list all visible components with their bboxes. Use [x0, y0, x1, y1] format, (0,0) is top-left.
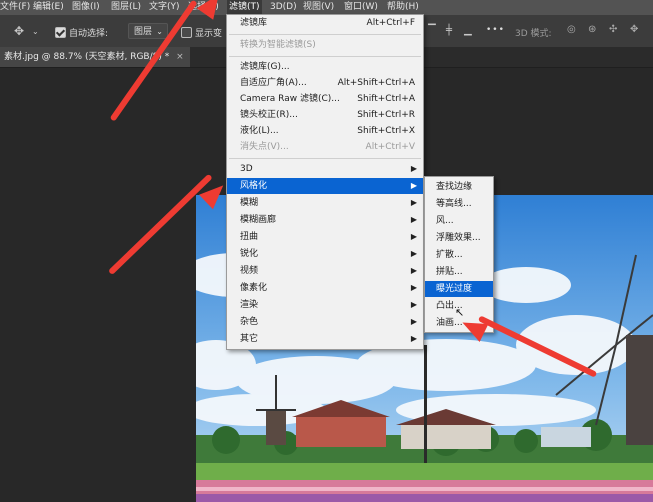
submenu-arrow-icon: ▶ [410, 300, 417, 309]
menu-item-lens-correction[interactable]: 镜头校正(R)... Shift+Ctrl+R [227, 107, 423, 123]
show-transform-label: 显示变 [195, 29, 223, 39]
submenu-arrow-icon: ▶ [410, 164, 417, 173]
menu-window[interactable]: 窗口(W) [344, 0, 378, 15]
menu-item-pixelate[interactable]: 像素化 ▶ [227, 280, 423, 296]
menu-help[interactable]: 帮助(H) [387, 0, 419, 15]
menu-item-vanishing-point[interactable]: 消失点(V)... Alt+Ctrl+V [227, 139, 423, 155]
menu-item-other[interactable]: 其它 ▶ [227, 331, 423, 347]
submenu-arrow-icon: ▶ [410, 249, 417, 258]
align-bottom-icon[interactable]: ▁ [464, 25, 472, 37]
menu-item-sharpen[interactable]: 锐化 ▶ [227, 246, 423, 262]
menu-file[interactable]: 文件(F) [0, 0, 30, 15]
menu-layer[interactable]: 图层(L) [111, 0, 141, 15]
submenu-item-contour[interactable]: 等高线... [425, 196, 493, 212]
submenu-item-wind[interactable]: 风... [425, 213, 493, 229]
submenu-arrow-icon: ▶ [410, 317, 417, 326]
mouse-cursor-icon: ↖ [455, 306, 465, 319]
menu-item-liquify[interactable]: 液化(L)... Shift+Ctrl+X [227, 123, 423, 139]
show-transform-checkbox[interactable] [181, 27, 192, 38]
3d-roll-icon[interactable]: ⊛ [588, 24, 596, 36]
menu-filter[interactable]: 滤镜(T) [227, 0, 262, 15]
align-vcenter-icon[interactable]: ╪ [446, 25, 452, 37]
menu-item-stylize[interactable]: 风格化 ▶ [227, 178, 423, 194]
submenu-arrow-icon: ▶ [410, 198, 417, 207]
align-top-icon[interactable]: ▔ [428, 25, 436, 37]
submenu-item-tiles[interactable]: 拼贴... [425, 264, 493, 280]
submenu-arrow-icon: ▶ [410, 215, 417, 224]
filter-menu: 滤镜库 Alt+Ctrl+F 转换为智能滤镜(S) 滤镜库(G)... 自适应广… [226, 14, 424, 350]
auto-select-label: 自动选择: [69, 29, 109, 39]
menu-item-filter-gallery[interactable]: 滤镜库(G)... [227, 59, 423, 75]
menu-item-render[interactable]: 渲染 ▶ [227, 297, 423, 313]
auto-select-checkbox[interactable] [55, 27, 66, 38]
3d-orbit-icon[interactable]: ◎ [567, 24, 576, 36]
3d-pan-icon[interactable]: ✣ [609, 24, 617, 36]
submenu-item-emboss[interactable]: 浮雕效果... [425, 230, 493, 246]
menu-item-filter-gallery-last[interactable]: 滤镜库 Alt+Ctrl+F [227, 15, 423, 31]
menu-item-adaptive-wide-angle[interactable]: 自适应广角(A)... Alt+Shift+Ctrl+A [227, 75, 423, 91]
menu-separator [229, 34, 421, 35]
submenu-arrow-icon: ▶ [410, 181, 417, 190]
submenu-arrow-icon: ▶ [410, 334, 417, 343]
chevron-down-icon: ⌄ [156, 27, 163, 36]
menu-item-blur[interactable]: 模糊 ▶ [227, 195, 423, 211]
layer-dropdown[interactable]: 图层 ⌄ [128, 23, 168, 39]
menu-view[interactable]: 视图(V) [303, 0, 334, 15]
menu-item-distort[interactable]: 扭曲 ▶ [227, 229, 423, 245]
3d-slide-icon[interactable]: ✥ [630, 24, 638, 36]
close-tab-icon[interactable]: × [176, 52, 184, 62]
menu-type[interactable]: 文字(Y) [149, 0, 180, 15]
menu-separator [229, 56, 421, 57]
submenu-arrow-icon: ▶ [410, 266, 417, 275]
chevron-down-icon[interactable]: ⌄ [32, 26, 39, 38]
menu-item-blur-gallery[interactable]: 模糊画廊 ▶ [227, 212, 423, 228]
menu-edit[interactable]: 编辑(E) [33, 0, 64, 15]
menu-item-camera-raw[interactable]: Camera Raw 滤镜(C)... Shift+Ctrl+A [227, 91, 423, 107]
move-tool-icon[interactable]: ✥ [14, 25, 24, 37]
submenu-arrow-icon: ▶ [410, 232, 417, 241]
submenu-arrow-icon: ▶ [410, 283, 417, 292]
submenu-item-diffuse[interactable]: 扩散... [425, 247, 493, 263]
submenu-item-find-edges[interactable]: 查找边缘 [425, 179, 493, 195]
menu-item-convert-smart-filter[interactable]: 转换为智能滤镜(S) [227, 37, 423, 53]
more-options-icon[interactable]: ••• [486, 25, 505, 35]
menu-item-video[interactable]: 视频 ▶ [227, 263, 423, 279]
menu-3d[interactable]: 3D(D) [270, 0, 297, 15]
menu-item-noise[interactable]: 杂色 ▶ [227, 314, 423, 330]
menu-item-3d[interactable]: 3D ▶ [227, 161, 423, 177]
menu-image[interactable]: 图像(I) [72, 0, 100, 15]
menu-bar: 文件(F) 编辑(E) 图像(I) 图层(L) 文字(Y) 选择(S) 滤镜(T… [0, 0, 653, 15]
submenu-item-solarize[interactable]: 曝光过度 [425, 281, 493, 297]
menu-separator [229, 158, 421, 159]
3d-mode-label: 3D 模式: [515, 29, 552, 39]
